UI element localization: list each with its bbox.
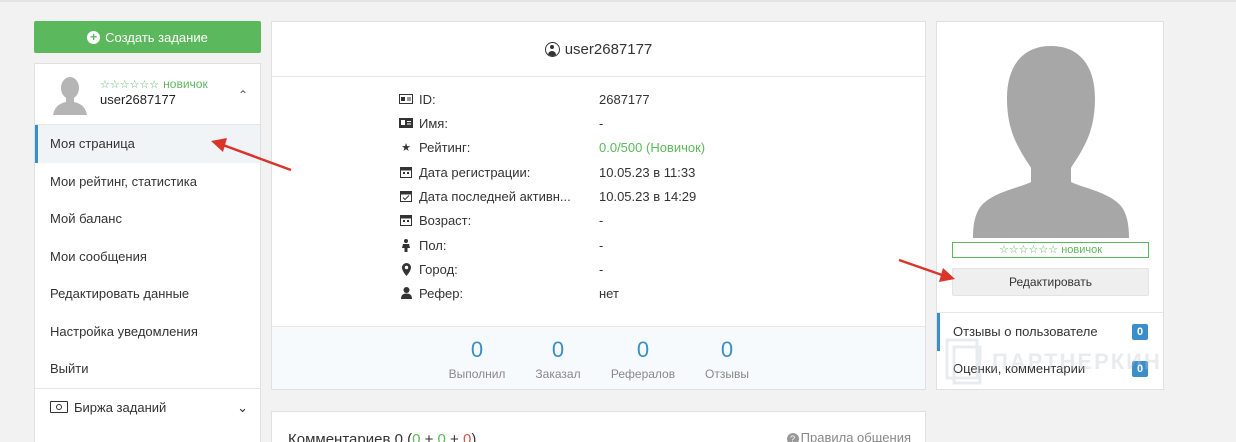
info-row-gender: Пол: - bbox=[398, 237, 603, 253]
rank-label: новичок bbox=[1061, 244, 1103, 256]
comments-neutral: 0 bbox=[437, 431, 446, 442]
calendar-check-icon bbox=[398, 190, 414, 202]
stat-referrals[interactable]: 0 Рефералов bbox=[598, 337, 688, 381]
sidebar-item-notifications[interactable]: Настройка уведомления bbox=[35, 313, 260, 351]
info-value: - bbox=[599, 115, 604, 131]
money-icon bbox=[50, 400, 68, 413]
map-marker-icon bbox=[398, 262, 414, 276]
info-row-name: Имя: - bbox=[398, 115, 603, 131]
edit-profile-button[interactable]: Редактировать bbox=[952, 268, 1149, 296]
task-exchange-label: Биржа заданий bbox=[74, 399, 167, 415]
stat-label: Рефералов bbox=[610, 367, 676, 381]
user-circle-icon bbox=[544, 41, 560, 57]
info-label: Дата последней активн... bbox=[419, 188, 571, 204]
left-sidebar: ☆☆☆☆☆☆ новичок user2687177 ⌃ Моя страница… bbox=[34, 63, 261, 442]
sidebar-item-edit-data[interactable]: Редактировать данные bbox=[35, 275, 260, 313]
profile-header: user2687177 bbox=[272, 22, 925, 77]
star-icon: ★ bbox=[401, 141, 411, 154]
info-label: Рефер: bbox=[419, 285, 464, 301]
stat-completed[interactable]: 0 Выполнил bbox=[432, 337, 522, 381]
info-label: ID: bbox=[419, 91, 436, 107]
info-row-id: ID: 2687177 bbox=[398, 91, 650, 107]
info-value: 2687177 bbox=[599, 91, 650, 107]
stat-label: Выполнил bbox=[448, 367, 506, 381]
stat-reviews[interactable]: 0 Отзывы bbox=[682, 337, 772, 381]
create-task-label: Создать задание bbox=[105, 29, 208, 45]
info-value: 0.0/500 (Новичок) bbox=[599, 139, 706, 155]
annotation-arrow-left bbox=[211, 138, 292, 172]
user-icon bbox=[398, 287, 414, 299]
watermark-text: ПАРТНЕРКИН bbox=[992, 349, 1162, 374]
info-row-referrer: Рефер: нет bbox=[398, 285, 619, 301]
user-summary[interactable]: ☆☆☆☆☆☆ новичок user2687177 ⌃ bbox=[35, 64, 260, 125]
stat-label: Отзывы bbox=[705, 367, 749, 381]
info-value: - bbox=[599, 261, 604, 277]
stars-icon: ☆☆☆☆☆☆ bbox=[100, 79, 160, 91]
comments-plus: + bbox=[445, 431, 463, 442]
question-circle-icon: ? bbox=[786, 433, 799, 442]
sidebar-item-logout[interactable]: Выйти bbox=[35, 350, 260, 388]
rank-badge: ☆☆☆☆☆☆ новичок bbox=[952, 242, 1149, 258]
chevron-up-icon[interactable]: ⌃ bbox=[238, 88, 248, 102]
id-card-icon bbox=[398, 94, 414, 104]
info-row-city: Город: - bbox=[398, 261, 603, 277]
comments-suffix: ) bbox=[471, 431, 477, 442]
username: user2687177 bbox=[100, 92, 176, 107]
calendar-icon bbox=[398, 214, 414, 226]
rules-label: Правила общения bbox=[800, 430, 911, 442]
rank-label: новичок bbox=[163, 77, 208, 91]
profile-stats: 0 Выполнил 0 Заказал 0 Рефералов 0 Отзыв… bbox=[272, 326, 925, 389]
info-value: - bbox=[599, 237, 604, 253]
info-label: Город: bbox=[419, 261, 458, 277]
comments-title: Комментариев 0 (0 + 0 + 0) bbox=[288, 431, 476, 442]
create-task-button[interactable]: + Создать задание bbox=[34, 21, 261, 53]
annotation-arrow-right bbox=[898, 258, 955, 282]
comments-title-prefix: Комментариев 0 ( bbox=[288, 431, 413, 442]
gender-icon bbox=[398, 238, 414, 252]
info-row-last-activity: Дата последней активн... 10.05.23 в 14:2… bbox=[398, 188, 696, 204]
avatar-placeholder-icon bbox=[973, 46, 1129, 238]
info-row-age: Возраст: - bbox=[398, 212, 603, 228]
watermark: ПАРТНЕРКИН bbox=[944, 337, 1162, 387]
stat-value: 0 bbox=[470, 337, 484, 362]
stat-value: 0 bbox=[551, 337, 565, 362]
info-value: нет bbox=[599, 285, 619, 301]
stars-icon: ☆☆☆☆☆☆ bbox=[998, 244, 1059, 256]
sidebar-item-balance[interactable]: Мой баланс bbox=[35, 200, 260, 238]
comments-plus: + bbox=[420, 431, 438, 442]
sidebar-item-messages[interactable]: Мои сообщения bbox=[35, 238, 260, 276]
sidebar-item-task-exchange[interactable]: Биржа заданий ⌄ bbox=[35, 389, 260, 427]
top-divider bbox=[0, 0, 1236, 2]
info-value: - bbox=[599, 212, 604, 228]
stat-ordered[interactable]: 0 Заказал bbox=[513, 337, 603, 381]
rules-link[interactable]: ? Правила общения bbox=[786, 430, 911, 442]
stat-value: 0 bbox=[636, 337, 650, 362]
info-value: 10.05.23 в 14:29 bbox=[599, 188, 697, 204]
profile-panel: user2687177 ID: 2687177 Имя: - ★ Рейтинг… bbox=[271, 21, 926, 390]
info-label: Имя: bbox=[419, 115, 448, 131]
rank-stars: ☆☆☆☆☆☆ новичок bbox=[100, 77, 208, 91]
info-label: Пол: bbox=[419, 237, 447, 253]
calendar-icon bbox=[398, 166, 414, 178]
comments-panel: Комментариев 0 (0 + 0 + 0) ? Правила обще… bbox=[271, 411, 926, 442]
info-row-registration: Дата регистрации: 10.05.23 в 11:33 bbox=[398, 164, 695, 180]
name-card-icon bbox=[398, 118, 414, 128]
profile-title: user2687177 bbox=[564, 40, 653, 58]
chevron-down-icon: ⌄ bbox=[237, 399, 248, 415]
stat-value: 0 bbox=[720, 337, 734, 362]
profile-card: ☆☆☆☆☆☆ новичок Редактировать Отзывы о по… bbox=[936, 21, 1164, 390]
info-value: 10.05.23 в 11:33 bbox=[599, 164, 696, 180]
info-label: Рейтинг: bbox=[419, 139, 471, 155]
plus-circle-icon: + bbox=[87, 30, 101, 44]
avatar-icon bbox=[53, 77, 87, 115]
watermark-logo-icon bbox=[945, 338, 982, 385]
info-label: Возраст: bbox=[419, 212, 472, 228]
stat-label: Заказал bbox=[535, 367, 581, 381]
info-row-rating: ★ Рейтинг: 0.0/500 (Новичок) bbox=[398, 139, 705, 155]
info-label: Дата регистрации: bbox=[419, 164, 531, 180]
